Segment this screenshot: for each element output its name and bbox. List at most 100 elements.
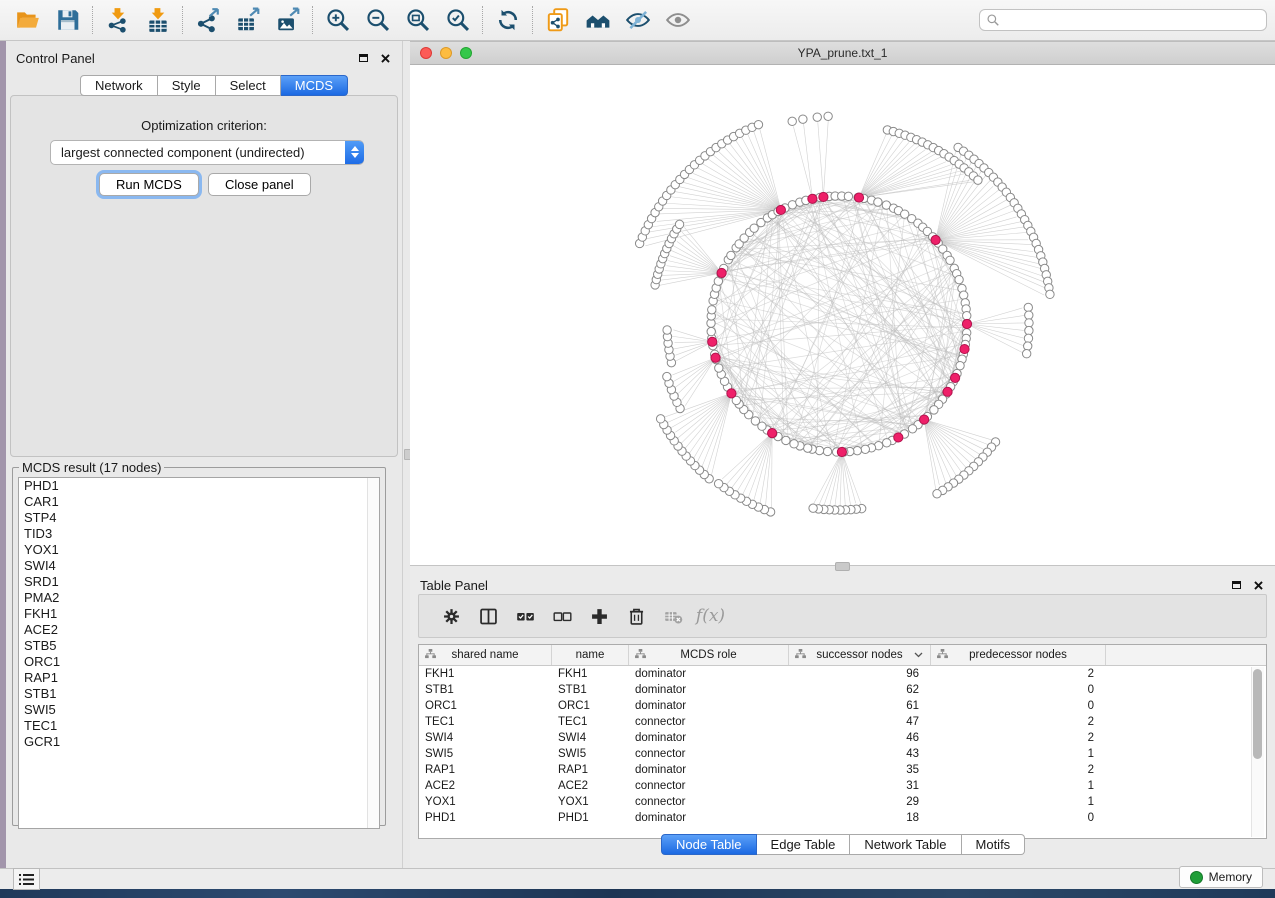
refresh-icon[interactable]	[488, 3, 528, 37]
first-neighbors-icon[interactable]	[578, 3, 618, 37]
mcds-hub-node[interactable]	[854, 193, 863, 202]
tab-style[interactable]: Style	[158, 75, 216, 96]
network-node[interactable]	[1025, 319, 1033, 327]
table-row[interactable]: STB1STB1dominator620	[419, 682, 1266, 698]
import-network-icon[interactable]	[98, 3, 138, 37]
mcds-result-item[interactable]: SWI4	[19, 558, 379, 574]
network-node[interactable]	[823, 447, 831, 455]
network-node[interactable]	[708, 306, 716, 314]
tab-network[interactable]: Network	[80, 75, 158, 96]
network-node[interactable]	[1046, 290, 1054, 298]
table-row[interactable]: PHD1PHD1dominator180	[419, 810, 1266, 826]
network-node[interactable]	[656, 415, 664, 423]
search-input[interactable]	[979, 9, 1267, 31]
network-node[interactable]	[874, 198, 882, 206]
network-node[interactable]	[809, 504, 817, 512]
mcds-result-item[interactable]: STB1	[19, 686, 379, 702]
mcds-hub-node[interactable]	[776, 205, 785, 214]
table-scrollbar[interactable]	[1251, 667, 1264, 837]
deselect-all-checks-icon[interactable]	[544, 599, 581, 633]
network-node[interactable]	[955, 275, 963, 283]
table-scrollbar-thumb[interactable]	[1253, 669, 1262, 759]
network-node[interactable]	[933, 490, 941, 498]
float-table-panel-icon[interactable]	[1229, 578, 1243, 592]
network-node[interactable]	[963, 312, 971, 320]
network-node[interactable]	[790, 440, 798, 448]
mcds-result-item[interactable]: CAR1	[19, 494, 379, 510]
mcds-result-item[interactable]: YOX1	[19, 542, 379, 558]
network-node[interactable]	[675, 220, 683, 228]
column-header-MCDS-role[interactable]: MCDS role	[629, 645, 789, 665]
mcds-hub-node[interactable]	[717, 268, 726, 277]
float-panel-icon[interactable]	[356, 51, 370, 65]
mcds-hub-node[interactable]	[808, 194, 817, 203]
mcds-result-item[interactable]: GCR1	[19, 734, 379, 750]
table-row[interactable]: RAP1RAP1dominator352	[419, 762, 1266, 778]
network-node[interactable]	[1025, 311, 1033, 319]
mcds-hub-node[interactable]	[931, 235, 940, 244]
close-table-panel-icon[interactable]	[1251, 578, 1265, 592]
column-header-successor-nodes[interactable]: successor nodes	[789, 645, 931, 665]
open-session-icon[interactable]	[8, 3, 48, 37]
mcds-result-list[interactable]: PHD1CAR1STP4TID3YOX1SWI4SRD1PMA2FKH1ACE2…	[18, 477, 380, 829]
column-header-name[interactable]: name	[552, 645, 629, 665]
export-table-icon[interactable]	[228, 3, 268, 37]
network-node[interactable]	[804, 444, 812, 452]
memory-button[interactable]: Memory	[1179, 866, 1263, 888]
duplicate-network-icon[interactable]	[538, 3, 578, 37]
mcds-hub-node[interactable]	[951, 373, 960, 382]
save-session-icon[interactable]	[48, 3, 88, 37]
network-node[interactable]	[751, 417, 759, 425]
tab-network-table[interactable]: Network Table	[850, 834, 961, 855]
column-header-predecessor-nodes[interactable]: predecessor nodes	[931, 645, 1106, 665]
table-row[interactable]: SWI5SWI5connector431	[419, 746, 1266, 762]
tab-motifs[interactable]: Motifs	[962, 834, 1026, 855]
network-node[interactable]	[844, 192, 852, 200]
mcds-hub-node[interactable]	[920, 415, 929, 424]
mcds-result-item[interactable]: STP4	[19, 510, 379, 526]
zoom-in-icon[interactable]	[318, 3, 358, 37]
import-table-icon[interactable]	[138, 3, 178, 37]
mcds-result-item[interactable]: ACE2	[19, 622, 379, 638]
network-node[interactable]	[1024, 334, 1032, 342]
tab-mcds[interactable]: MCDS	[281, 75, 348, 96]
network-node[interactable]	[788, 117, 796, 125]
select-all-checks-icon[interactable]	[507, 599, 544, 633]
close-panel-button[interactable]: Close panel	[208, 173, 311, 196]
mcds-hub-node[interactable]	[727, 389, 736, 398]
table-row[interactable]: FKH1FKH1dominator962	[419, 666, 1266, 682]
network-node[interactable]	[861, 445, 869, 453]
table-row[interactable]: ACE2ACE2connector311	[419, 778, 1266, 794]
mcds-result-item[interactable]: FKH1	[19, 606, 379, 622]
table-row[interactable]: YOX1YOX1connector291	[419, 794, 1266, 810]
network-node[interactable]	[882, 439, 890, 447]
table-row[interactable]: SWI4SWI4dominator462	[419, 730, 1266, 746]
network-node[interactable]	[727, 251, 735, 259]
zoom-fit-icon[interactable]	[398, 3, 438, 37]
network-node[interactable]	[707, 327, 715, 335]
network-node[interactable]	[1024, 303, 1032, 311]
mcds-hub-node[interactable]	[894, 433, 903, 442]
mcds-result-item[interactable]: PHD1	[19, 478, 379, 494]
mcds-result-item[interactable]: TEC1	[19, 718, 379, 734]
mcds-hub-node[interactable]	[708, 337, 717, 346]
network-node[interactable]	[956, 361, 964, 369]
column-selector-icon[interactable]	[470, 599, 507, 633]
network-node[interactable]	[930, 406, 938, 414]
horizontal-splitter-handle[interactable]	[835, 562, 850, 571]
network-node[interactable]	[715, 364, 723, 372]
run-mcds-button[interactable]: Run MCDS	[99, 173, 199, 196]
hide-selected-icon[interactable]	[618, 3, 658, 37]
network-node[interactable]	[974, 176, 982, 184]
mcds-result-item[interactable]: RAP1	[19, 670, 379, 686]
network-node[interactable]	[754, 120, 762, 128]
network-node[interactable]	[782, 436, 790, 444]
mcds-hub-node[interactable]	[819, 192, 828, 201]
mcds-hub-node[interactable]	[962, 319, 971, 328]
table-row[interactable]: TEC1TEC1connector472	[419, 714, 1266, 730]
network-node[interactable]	[908, 425, 916, 433]
network-node[interactable]	[1022, 350, 1030, 358]
tab-node-table[interactable]: Node Table	[661, 834, 757, 855]
result-list-scrollbar[interactable]	[367, 478, 379, 828]
mcds-result-item[interactable]: SWI5	[19, 702, 379, 718]
